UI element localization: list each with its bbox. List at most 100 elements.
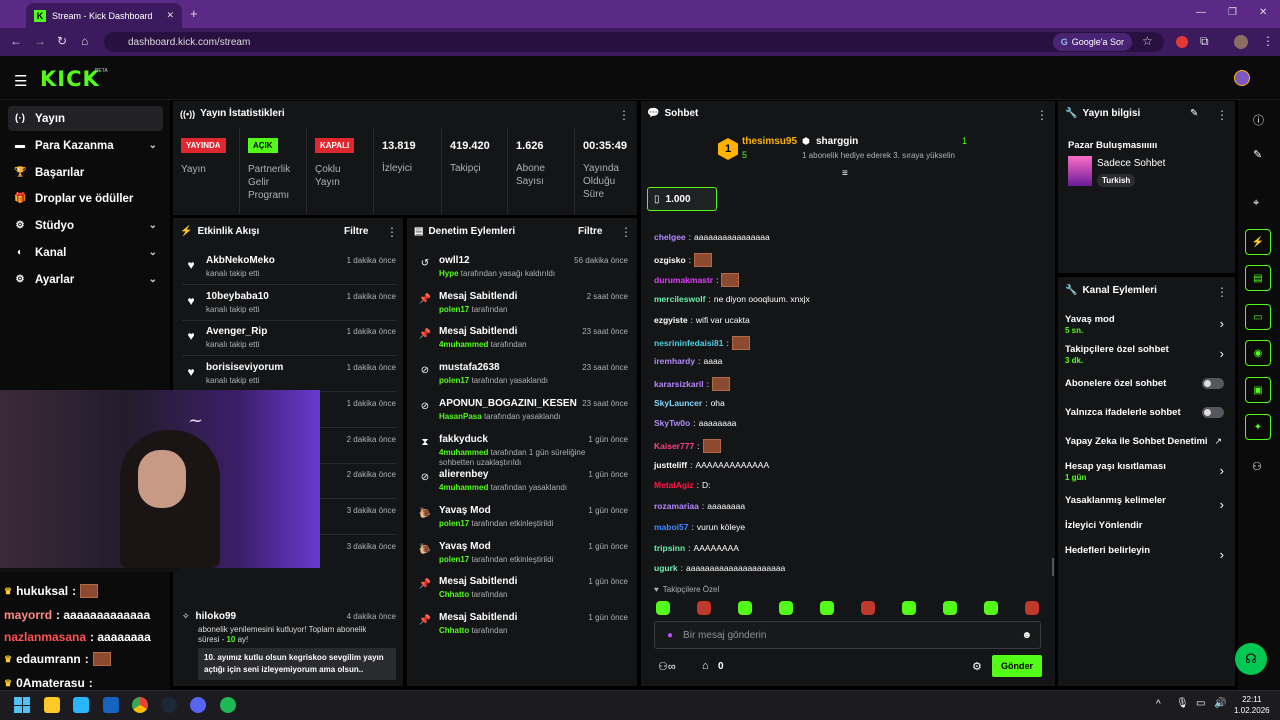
send-button[interactable]: Gönder	[992, 655, 1042, 677]
expand-icon[interactable]: ≡	[842, 168, 848, 179]
chat-username[interactable]: iremhardy	[654, 356, 695, 366]
maximize-icon[interactable]: ❐	[1228, 7, 1237, 18]
activity-filter-button[interactable]: Filtre	[344, 226, 368, 237]
chevron-down-icon[interactable]: ⌄	[149, 220, 157, 231]
channel-action-8[interactable]: İzleyici Yönlendir	[1065, 520, 1228, 546]
moderation-target[interactable]: Mesaj Sabitlendi	[439, 576, 517, 587]
mic-tray-icon[interactable]: 🎙	[1176, 698, 1189, 709]
moderation-target[interactable]: mustafa2638	[439, 362, 548, 373]
moderator-name[interactable]: polen17	[439, 376, 469, 385]
stats-menu-icon[interactable]: ⋮	[618, 108, 630, 122]
home-icon[interactable]: ⌂	[81, 34, 88, 48]
external-link-icon[interactable]: ↗	[1214, 436, 1222, 447]
activity-username[interactable]: Avenger_Rip	[206, 326, 267, 337]
quick-emote-icon[interactable]	[902, 601, 916, 615]
clock[interactable]: 22:11 1.02.2026	[1234, 694, 1270, 716]
mic-icon[interactable]: ●	[667, 630, 673, 641]
network-icon[interactable]: ▭	[1196, 698, 1205, 709]
moderator-name[interactable]: HasanPasa	[439, 412, 482, 421]
reload-icon[interactable]: ↻	[57, 34, 67, 48]
activity-username[interactable]: AkbNekoMeko	[206, 255, 275, 266]
chevron-right-icon[interactable]: ›	[1220, 497, 1224, 512]
chat-menu-icon[interactable]: ⋮	[1036, 108, 1048, 122]
quick-emote-icon[interactable]	[943, 601, 957, 615]
moderator-name[interactable]: Chhatto	[439, 590, 469, 599]
close-tab-icon[interactable]: ✕	[166, 10, 174, 21]
quick-action-chat[interactable]: ▭	[1245, 304, 1271, 330]
outlook-icon[interactable]	[103, 697, 119, 713]
profile-avatar[interactable]	[1234, 35, 1248, 49]
moderator-name[interactable]: 4muhammed	[439, 448, 488, 457]
channel-actions-menu-icon[interactable]: ⋮	[1216, 285, 1228, 299]
quick-emote-icon[interactable]	[820, 601, 834, 615]
chevron-down-icon[interactable]: ⌄	[149, 247, 157, 258]
user-avatar[interactable]	[1234, 70, 1250, 86]
moderator-name[interactable]: 4muhammed	[439, 483, 488, 492]
chat-username[interactable]: justteliff	[654, 460, 687, 470]
activity-username[interactable]: borisiseviyorum	[206, 362, 283, 373]
spotify-icon[interactable]	[220, 697, 236, 713]
sidebar-item[interactable]: 🏆 Başarılar	[8, 160, 163, 185]
moderator-name[interactable]: Hype	[439, 269, 459, 278]
drops-icon[interactable]: ⚇∞	[658, 660, 676, 673]
channel-action-1[interactable]: Yavaş mod 5 sn. ›	[1065, 314, 1228, 340]
moderator-name[interactable]: 4muhammed	[439, 340, 488, 349]
close-window-icon[interactable]: ✕	[1259, 7, 1267, 18]
moderation-target[interactable]: alierenbey	[439, 469, 567, 480]
chat-username[interactable]: Kaiser777	[654, 441, 694, 451]
moderation-target[interactable]: Yavaş Mod	[439, 541, 553, 552]
steam-icon[interactable]	[161, 697, 177, 713]
chat-username[interactable]: tripsinn	[654, 543, 685, 553]
support-button[interactable]: ☊	[1235, 643, 1267, 675]
toggle-switch[interactable]	[1202, 378, 1224, 389]
google-ask-button[interactable]: G Google'a Sor	[1052, 33, 1132, 51]
chevron-down-icon[interactable]: ⌄	[149, 274, 157, 285]
activity-menu-icon[interactable]: ⋮	[386, 225, 398, 239]
chat-username[interactable]: kararsizkaril	[654, 379, 704, 389]
moderation-target[interactable]: Mesaj Sabitlendi	[439, 291, 517, 302]
chat-input[interactable]: ● Bir mesaj gönderin ☻	[654, 621, 1041, 649]
quick-action-layout[interactable]: ▣	[1245, 377, 1271, 403]
category-name[interactable]: Sadece Sohbet	[1097, 158, 1165, 169]
puzzle-icon[interactable]: ⧉	[1200, 34, 1209, 49]
chevron-right-icon[interactable]: ›	[1220, 463, 1224, 478]
back-icon[interactable]: ←	[10, 34, 22, 48]
extension-icon[interactable]	[1176, 36, 1188, 48]
hamburger-icon[interactable]: ☰	[14, 72, 27, 90]
pen-icon[interactable]: ✎	[1253, 148, 1262, 161]
emoji-icon[interactable]: ☻	[1021, 630, 1032, 641]
channel-action-4[interactable]: Yalnızca ifadelerle sohbet	[1065, 407, 1228, 433]
channel-action-9[interactable]: Hedefleri belirleyin ›	[1065, 545, 1228, 571]
address-bar[interactable]: dashboard.kick.com/stream	[104, 32, 1164, 52]
quick-emote-icon[interactable]	[697, 601, 711, 615]
sidebar-item[interactable]: ◐ Kanal ⌄	[8, 240, 163, 265]
moderator-name[interactable]: Chhatto	[439, 626, 469, 635]
chrome-icon[interactable]	[132, 697, 148, 713]
chat-settings-icon[interactable]: ⚙	[972, 660, 982, 673]
kick-logo[interactable]: KICK	[40, 67, 100, 91]
quick-action-notes[interactable]: ▤	[1245, 265, 1271, 291]
chat-scrollbar[interactable]	[1052, 558, 1054, 576]
browser-tab[interactable]: K Stream - Kick Dashboard ✕	[26, 3, 182, 28]
sidebar-item[interactable]: ▬ Para Kazanma ⌄	[8, 133, 163, 158]
chevron-right-icon[interactable]: ›	[1220, 316, 1224, 331]
moderation-filter-button[interactable]: Filtre	[578, 226, 602, 237]
quick-emote-icon[interactable]	[738, 601, 752, 615]
moderation-target[interactable]: Mesaj Sabitlendi	[439, 326, 527, 337]
quick-action-lightning[interactable]: ⚡	[1245, 229, 1271, 255]
quick-action-tools[interactable]: ✦	[1245, 414, 1271, 440]
quick-emote-icon[interactable]	[984, 601, 998, 615]
channel-action-6[interactable]: Hesap yaşı kısıtlaması 1 gün ›	[1065, 461, 1228, 487]
recipient-name[interactable]: sharggin	[816, 136, 858, 147]
chat-username[interactable]: maboi57	[654, 522, 689, 532]
chat-username[interactable]: rozamariaa	[654, 501, 699, 511]
chevron-right-icon[interactable]: ›	[1220, 346, 1224, 361]
pinned-counter[interactable]: ▯ 1.000	[647, 187, 717, 211]
forward-icon[interactable]: →	[34, 34, 46, 48]
moderation-target[interactable]: Yavaş Mod	[439, 505, 553, 516]
moderator-name[interactable]: polen17	[439, 305, 469, 314]
chevron-right-icon[interactable]: ›	[1220, 547, 1224, 562]
edit-icon[interactable]: ✎	[1190, 108, 1198, 119]
chat-username[interactable]: ugurk	[654, 563, 678, 573]
chat-username[interactable]: SkyLauncer	[654, 398, 702, 408]
